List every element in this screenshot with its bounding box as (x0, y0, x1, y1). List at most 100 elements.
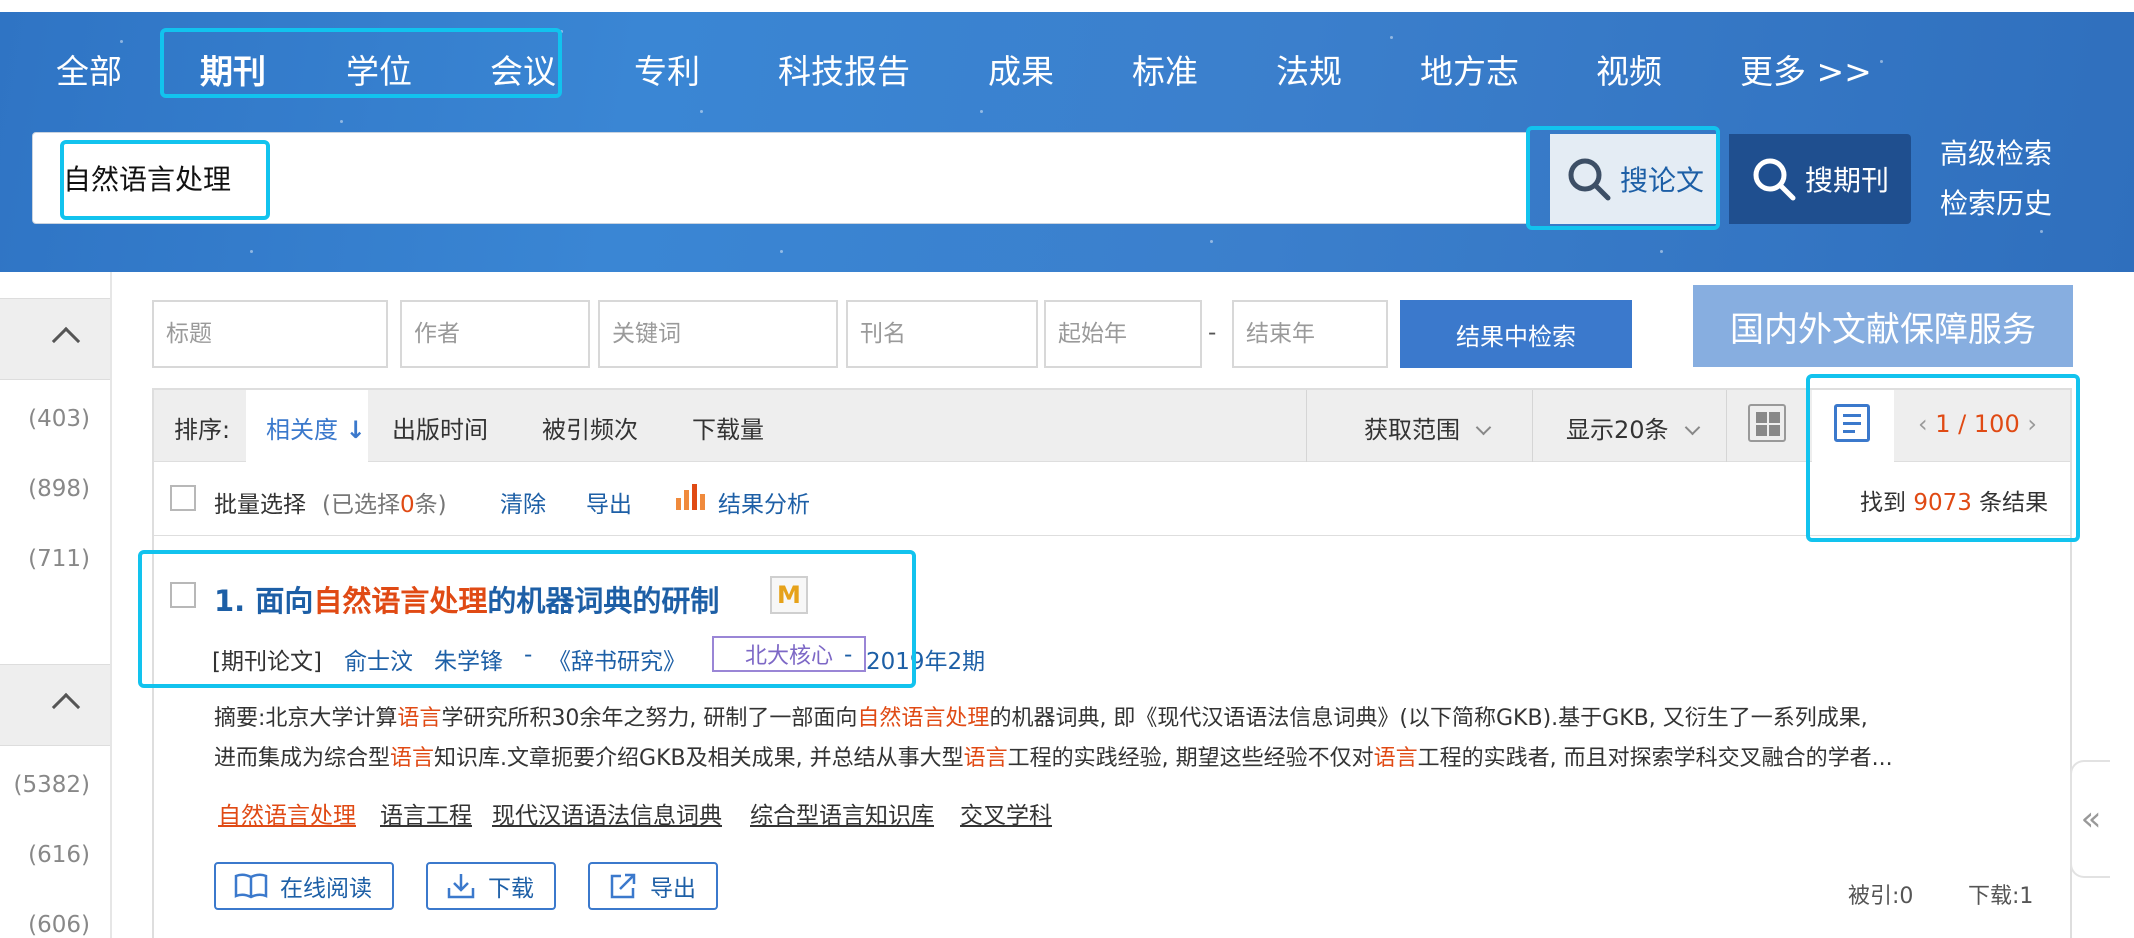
journal-filter-input[interactable] (846, 300, 1038, 368)
chevron-up-icon (51, 326, 81, 356)
abstract-highlight: 语言 (1373, 746, 1418, 771)
page-size-dropdown[interactable]: 显示20条 (1566, 410, 1700, 445)
facet-group-toggle[interactable] (0, 298, 110, 380)
abstract-text: 摘要:北京大学计算 (214, 706, 398, 731)
divider (1532, 390, 1533, 462)
nav-item-standards[interactable]: 标准 (1132, 50, 1198, 94)
start-year-input[interactable] (1044, 300, 1202, 368)
sort-relevance[interactable]: 相关度 ↓ (266, 410, 366, 445)
chevron-down-icon (1684, 419, 1700, 436)
selected-prefix: (已选择 (322, 492, 400, 518)
nav-item-patents[interactable]: 专利 (634, 50, 700, 94)
keyword-link[interactable]: 综合型语言知识库 (750, 796, 934, 830)
facet-count[interactable]: (606) (28, 912, 90, 938)
citation-count: 被引:0 (1848, 878, 1913, 910)
cited-label: 被引: (1848, 884, 1900, 909)
search-icon (1568, 158, 1611, 201)
advanced-search-link[interactable]: 高级检索 (1940, 132, 2052, 172)
search-box (32, 132, 1530, 224)
facet-count[interactable]: (5382) (14, 772, 90, 798)
author-link[interactable]: 朱学锋 (434, 642, 503, 676)
export-button[interactable]: 导出 (588, 862, 718, 910)
read-online-button[interactable]: 在线阅读 (214, 862, 394, 910)
access-scope-dropdown[interactable]: 获取范围 (1364, 410, 1492, 445)
search-banner: 全部 期刊 学位 会议 专利 科技报告 成果 标准 法规 地方志 视频 更多 >… (0, 0, 2134, 272)
search-papers-label: 搜论文 (1619, 164, 1704, 197)
title-part: 的机器词典的研制 (487, 584, 720, 618)
nav-item-achievements[interactable]: 成果 (988, 50, 1054, 94)
document-delivery-service-button[interactable]: 国内外文献保障服务 (1693, 285, 2073, 367)
sort-publish-time[interactable]: 出版时间 (392, 410, 488, 445)
year-range-dash: - (1208, 320, 1217, 346)
grid-view-icon[interactable] (1748, 404, 1786, 442)
nav-item-degrees[interactable]: 学位 (346, 50, 412, 94)
external-link-icon (610, 873, 636, 899)
search-papers-button[interactable]: 搜论文 (1550, 134, 1720, 224)
search-input[interactable] (63, 155, 1463, 201)
clear-selection-link[interactable]: 清除 (500, 485, 546, 519)
abstract-highlight: 语言 (390, 746, 435, 771)
nav-item-tech-reports[interactable]: 科技报告 (778, 50, 910, 94)
issue-link[interactable]: 2019年2期 (866, 642, 985, 676)
chevron-right-icon[interactable]: › (2027, 410, 2037, 438)
facet-count[interactable]: (616) (28, 842, 90, 868)
download-icon (447, 874, 475, 899)
page-size-label: 显示20条 (1566, 416, 1669, 444)
arrow-down-icon: ↓ (345, 416, 366, 444)
facet-count[interactable]: (898) (28, 476, 90, 502)
download-button[interactable]: 下载 (426, 862, 556, 910)
download-count-label: 下载: (1968, 884, 2020, 909)
result-analysis-link[interactable]: 结果分析 (718, 485, 810, 519)
keyword-link[interactable]: 语言工程 (380, 796, 472, 830)
sort-downloads[interactable]: 下载量 (692, 410, 764, 445)
keyword-link[interactable]: 自然语言处理 (218, 796, 356, 830)
chevron-left-icon[interactable]: ‹ (1918, 410, 1928, 438)
facet-count[interactable]: (711) (28, 546, 90, 572)
found-count: 9073 (1913, 490, 1972, 516)
keyword-link[interactable]: 交叉学科 (960, 796, 1052, 830)
category-nav: 全部 期刊 学位 会议 专利 科技报告 成果 标准 法规 地方志 视频 更多 >… (0, 50, 2134, 94)
separator: - (524, 642, 533, 668)
result-checkbox[interactable] (170, 582, 196, 608)
abstract-text: 进而集成为综合型 (214, 746, 391, 771)
keyword-link[interactable]: 现代汉语语法信息词典 (492, 796, 722, 830)
sort-citations[interactable]: 被引频次 (542, 410, 638, 445)
select-all-checkbox[interactable] (170, 485, 196, 511)
nav-item-videos[interactable]: 视频 (1596, 50, 1662, 94)
current-page: 1 (1935, 410, 1951, 438)
nav-item-journals[interactable]: 期刊 (200, 50, 266, 94)
nav-item-local-gazetteers[interactable]: 地方志 (1420, 50, 1519, 94)
collapse-panel-button[interactable]: « (2070, 760, 2110, 878)
selected-suffix: 条) (414, 492, 447, 518)
batch-select-label: 批量选择 (214, 492, 306, 518)
abstract-text: 工程的实践经验, 期望这些经验不仅对 (1007, 746, 1374, 771)
found-prefix: 找到 (1860, 490, 1906, 516)
nav-item-regulations[interactable]: 法规 (1276, 50, 1342, 94)
download-count: 下载:1 (1968, 878, 2033, 910)
facet-group-toggle[interactable] (0, 664, 110, 746)
author-filter-input[interactable] (400, 300, 590, 368)
search-within-results-button[interactable]: 结果中检索 (1400, 300, 1632, 368)
result-title-link[interactable]: 1. 面向自然语言处理的机器词典的研制 (214, 578, 719, 620)
author-link[interactable]: 俞士汶 (344, 642, 413, 676)
abstract-text: 的机器词典, 即《现代汉语语法信息词典》(以下简称GKB).基于GKB, 又衍生… (989, 706, 1868, 731)
journal-link[interactable]: 《辞书研究》 (548, 642, 686, 676)
export-link[interactable]: 导出 (586, 485, 632, 519)
abstract-text: 学研究所积30余年之努力, 研制了一部面向 (441, 706, 858, 731)
title-filter-input[interactable] (152, 300, 388, 368)
keyword-filter-input[interactable] (598, 300, 838, 368)
search-history-link[interactable]: 检索历史 (1940, 182, 2052, 222)
sort-label: 排序: (174, 416, 231, 444)
cited-value: 0 (1899, 884, 1914, 909)
separator: - (844, 642, 853, 668)
pagination: ‹ 1 / 100 › (1918, 410, 2037, 438)
end-year-input[interactable] (1232, 300, 1388, 368)
nav-item-more[interactable]: 更多 >> (1740, 50, 1872, 94)
search-journals-button[interactable]: 搜期刊 (1729, 134, 1911, 224)
nav-item-all[interactable]: 全部 (56, 50, 122, 94)
nav-item-conferences[interactable]: 会议 (490, 50, 556, 94)
abstract-highlight: 自然语言处理 (857, 706, 990, 731)
abstract-line: 进而集成为综合型语言知识库.文章扼要介绍GKB及相关成果, 并总结从事大型语言工… (214, 740, 2044, 772)
facet-count[interactable]: (403) (28, 406, 90, 432)
list-view-icon[interactable] (1834, 404, 1870, 442)
